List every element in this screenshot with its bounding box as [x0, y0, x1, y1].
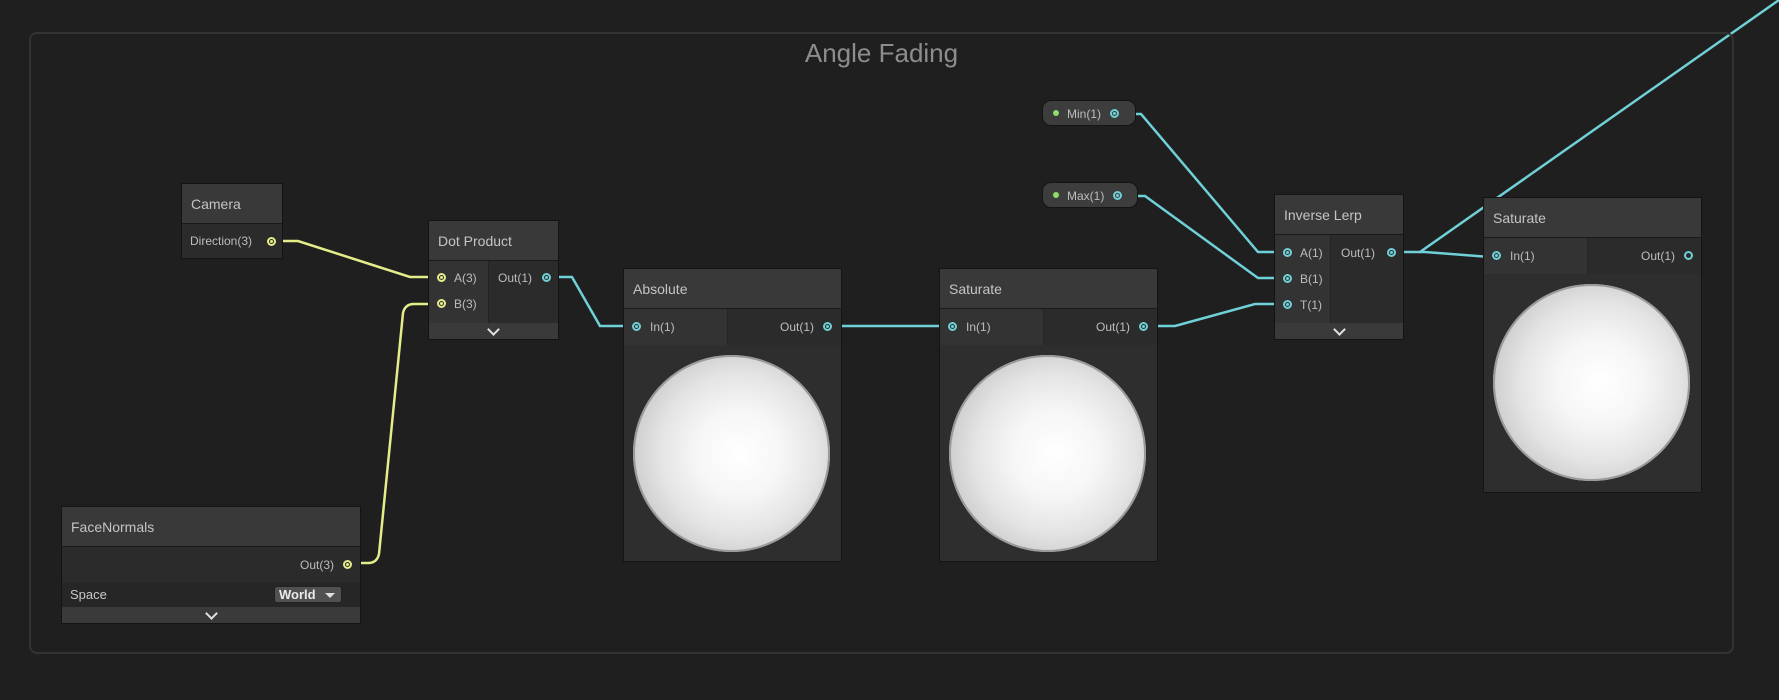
b-input-port[interactable] — [1283, 274, 1292, 283]
space-dropdown[interactable]: World — [274, 586, 342, 603]
out-output-port[interactable] — [1684, 251, 1693, 260]
preview-area — [940, 345, 1157, 561]
expand-toggle[interactable] — [429, 323, 558, 339]
out-output-label: Out(1) — [780, 320, 815, 334]
in-input-label: In(1) — [966, 320, 991, 334]
in-input-port[interactable] — [632, 322, 641, 331]
out-output-port[interactable] — [1387, 248, 1396, 257]
node-title: Dot Product — [429, 221, 558, 261]
preview-area — [624, 345, 841, 561]
min-property-node[interactable]: Min(1) — [1042, 100, 1136, 126]
node-title: Saturate — [940, 269, 1157, 309]
min-output-port[interactable] — [1110, 109, 1119, 118]
max-property-label: Max(1) — [1067, 189, 1105, 203]
max-output-port[interactable] — [1113, 191, 1122, 200]
a-input-label: A(3) — [454, 271, 477, 285]
b-input-label: B(3) — [454, 297, 477, 311]
a-input-port[interactable] — [1283, 248, 1292, 257]
chevron-down-icon — [204, 607, 218, 620]
out-output-label: Out(1) — [1641, 249, 1676, 263]
out-output-port[interactable] — [823, 322, 832, 331]
saturate-port-area: In(1) Out(1) — [940, 309, 1157, 345]
sphere-preview-image — [1493, 284, 1690, 481]
a-input-label: A(1) — [1300, 246, 1323, 260]
node-title: FaceNormals — [62, 507, 360, 547]
out-output-port[interactable] — [343, 560, 352, 569]
node-title: Camera — [182, 184, 282, 224]
face-normals-node[interactable]: FaceNormals Out(3) Space World — [61, 506, 361, 624]
preview-area — [1484, 274, 1701, 492]
out-output-label: Out(1) — [1096, 320, 1131, 334]
sphere-preview-image — [949, 355, 1146, 552]
group-title[interactable]: Angle Fading — [31, 38, 1732, 69]
in-input-label: In(1) — [1510, 249, 1535, 263]
space-row: Space World — [62, 583, 360, 607]
absolute-node[interactable]: Absolute In(1) Out(1) — [623, 268, 842, 562]
face-normals-port-area: Out(3) — [62, 547, 360, 583]
inverse-lerp-node[interactable]: Inverse Lerp A(1) B(1) T(1) Out(1) — [1274, 194, 1404, 340]
absolute-port-area: In(1) Out(1) — [624, 309, 841, 345]
chevron-down-icon — [487, 323, 500, 336]
out-output-label: Out(3) — [299, 558, 334, 572]
out-output-port[interactable] — [1139, 322, 1148, 331]
camera-port-area: Direction(3) — [182, 224, 282, 258]
node-title: Saturate — [1484, 198, 1701, 238]
min-property-label: Min(1) — [1067, 107, 1102, 121]
space-dropdown-value: World — [279, 587, 316, 602]
max-property-node[interactable]: Max(1) — [1042, 182, 1138, 208]
t-input-label: T(1) — [1300, 298, 1322, 312]
t-input-port[interactable] — [1283, 300, 1292, 309]
b-input-label: B(1) — [1300, 272, 1323, 286]
chevron-down-icon — [1332, 323, 1346, 336]
expand-toggle[interactable] — [1275, 323, 1403, 339]
out-output-label: Out(1) — [498, 271, 533, 285]
direction-output-port[interactable] — [267, 237, 276, 246]
direction-output-label: Direction(3) — [190, 234, 253, 248]
triangle-down-icon — [325, 593, 335, 598]
node-title: Absolute — [624, 269, 841, 309]
dot-product-node[interactable]: Dot Product A(3) B(3) Out(1) — [428, 220, 559, 340]
in-input-port[interactable] — [1492, 251, 1501, 260]
dot-product-port-area: A(3) B(3) Out(1) — [429, 261, 558, 323]
sphere-preview-image — [633, 355, 830, 552]
in-input-label: In(1) — [650, 320, 675, 334]
expand-toggle[interactable] — [62, 607, 360, 623]
property-dot-icon — [1053, 110, 1059, 116]
saturate-2-port-area: In(1) Out(1) — [1484, 238, 1701, 274]
space-label: Space — [70, 587, 107, 602]
saturate-node[interactable]: Saturate In(1) Out(1) — [939, 268, 1158, 562]
out-output-port[interactable] — [542, 273, 551, 282]
a-input-port[interactable] — [437, 273, 446, 282]
saturate-node-2[interactable]: Saturate In(1) Out(1) — [1483, 197, 1702, 493]
camera-node[interactable]: Camera Direction(3) — [181, 183, 283, 259]
b-input-port[interactable] — [437, 299, 446, 308]
in-input-port[interactable] — [948, 322, 957, 331]
inverse-lerp-port-area: A(1) B(1) T(1) Out(1) — [1275, 235, 1403, 323]
out-output-label: Out(1) — [1341, 246, 1376, 260]
node-title: Inverse Lerp — [1275, 195, 1403, 235]
property-dot-icon — [1053, 192, 1059, 198]
